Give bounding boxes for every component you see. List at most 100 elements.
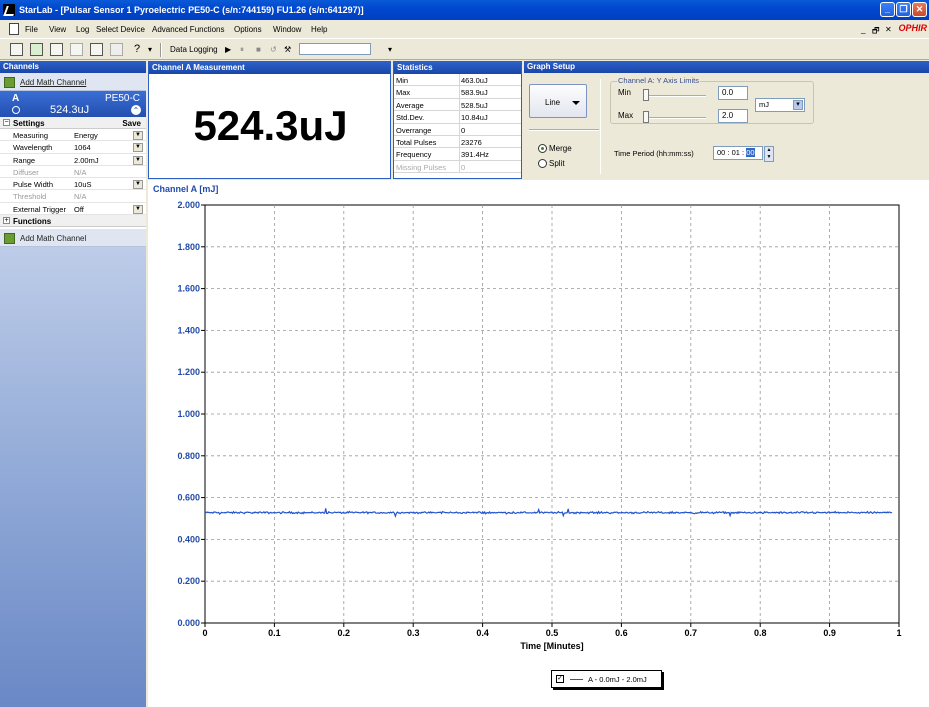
- legend-series-name: A - 0.0mJ - 2.0mJ: [588, 675, 647, 684]
- setting-row[interactable]: Wavelength 1064 ▼: [0, 141, 146, 154]
- data-logging-filename-input[interactable]: [299, 43, 371, 55]
- setting-row[interactable]: Pulse Width 10uS ▼: [0, 178, 146, 191]
- restore-button[interactable]: ❐: [896, 2, 911, 17]
- device-icon[interactable]: [10, 43, 23, 56]
- min-slider-track[interactable]: [646, 95, 706, 97]
- menu-window[interactable]: Window: [273, 25, 301, 34]
- play-icon[interactable]: ▶: [225, 45, 231, 54]
- graph-setup-panel: Graph Setup Line Merge Split Channel A: …: [524, 61, 929, 179]
- chevron-down-icon[interactable]: ▼: [133, 204, 143, 214]
- tools-icon[interactable]: ⚒: [284, 45, 291, 54]
- setting-row[interactable]: External Trigger Off ▼: [0, 202, 146, 216]
- time-period-spinner[interactable]: ▲ ▼: [764, 146, 774, 162]
- menu-options[interactable]: Options: [234, 25, 262, 34]
- statistic-key: Max: [396, 88, 411, 98]
- channel-a-header[interactable]: A PE50-C 524.3uJ ⌃: [0, 91, 146, 117]
- split-radio[interactable]: [538, 159, 547, 168]
- measurement-header: Channel A Measurement: [149, 62, 390, 74]
- graph-type-button[interactable]: Line: [529, 84, 587, 118]
- setting-value[interactable]: Energy: [74, 131, 98, 140]
- menu-advanced-functions[interactable]: Advanced Functions: [152, 25, 225, 34]
- setting-key: Pulse Width: [13, 180, 54, 190]
- reset-icon[interactable]: ↺: [270, 45, 277, 54]
- setting-value[interactable]: 2.00mJ: [74, 156, 99, 165]
- app-icon: [3, 4, 15, 16]
- min-slider-thumb[interactable]: [643, 89, 649, 101]
- statistic-key: Average: [396, 100, 424, 110]
- menu-select-device[interactable]: Select Device: [96, 25, 145, 34]
- statistic-value: 463.0uJ: [461, 76, 488, 85]
- statistics-header: Statistics: [394, 62, 521, 74]
- max-slider-track[interactable]: [646, 117, 706, 119]
- legend-checkbox[interactable]: ✓: [556, 675, 564, 683]
- x-tick-label: 0.9: [823, 628, 836, 638]
- toolbar: ? ▾ Data Logging ▶ ⏸ ■ ↺ ⚒ ▾: [0, 40, 929, 60]
- statistic-key: Std.Dev.: [396, 113, 425, 123]
- unit-select[interactable]: mJ ▾: [755, 98, 805, 112]
- setting-value[interactable]: Off: [74, 205, 84, 214]
- unit-dropdown-icon[interactable]: ▾: [793, 100, 803, 110]
- y-tick-label: 1.200: [177, 367, 200, 377]
- stop-icon[interactable]: ■: [256, 45, 261, 54]
- statistic-key: Frequency: [396, 150, 432, 160]
- chevron-down-icon[interactable]: ▼: [133, 155, 143, 165]
- refresh-icon[interactable]: [30, 43, 43, 56]
- add-math-channel-bottom[interactable]: Add Math Channel: [0, 229, 146, 248]
- functions-title: Functions: [13, 217, 52, 227]
- settings-collapse-icon[interactable]: −: [3, 119, 10, 126]
- setting-value[interactable]: 1064: [74, 143, 91, 152]
- add-math-channel-top[interactable]: Add Math Channel: [0, 73, 146, 91]
- arrow-icon[interactable]: [110, 43, 123, 56]
- setting-value[interactable]: 10uS: [74, 180, 92, 189]
- chevron-down-icon[interactable]: ▼: [133, 180, 143, 190]
- toolbar-overflow-icon[interactable]: ▾: [388, 45, 392, 54]
- close-button[interactable]: ✕: [912, 2, 927, 17]
- x-tick-label: 0.2: [338, 628, 351, 638]
- add-math-channel-label[interactable]: Add Math Channel: [20, 234, 86, 243]
- max-slider-thumb[interactable]: [643, 111, 649, 123]
- menu-log[interactable]: Log: [76, 25, 89, 34]
- settings-header[interactable]: − Settings Save: [0, 117, 146, 129]
- child-minimize-button[interactable]: _: [861, 25, 865, 34]
- math-channel-icon: [4, 77, 15, 88]
- pause-icon[interactable]: ⏸: [240, 45, 244, 55]
- child-close-button[interactable]: ✕: [885, 25, 892, 34]
- menu-file[interactable]: File: [25, 25, 38, 34]
- help-icon[interactable]: ?: [134, 43, 147, 56]
- save-icon[interactable]: [50, 43, 63, 56]
- add-math-channel-link[interactable]: Add Math Channel: [20, 78, 86, 87]
- max-input[interactable]: 2.0: [718, 109, 748, 123]
- graph-setup-header: Graph Setup: [524, 61, 929, 73]
- y-tick-label: 1.600: [177, 284, 200, 294]
- statistic-key: Overrange: [396, 125, 432, 135]
- chevron-down-icon[interactable]: ▼: [133, 131, 143, 140]
- setting-value: N/A: [74, 167, 87, 177]
- setting-row[interactable]: Measuring Energy ▼: [0, 129, 146, 142]
- chart-icon[interactable]: [70, 43, 83, 56]
- chart-legend[interactable]: ✓ A - 0.0mJ - 2.0mJ: [551, 670, 662, 688]
- save-settings-button[interactable]: Save: [122, 119, 141, 128]
- help-dropdown-icon[interactable]: ▾: [148, 45, 152, 54]
- step-icon[interactable]: [90, 43, 103, 56]
- statistics-row: Max 583.9uJ: [394, 86, 521, 99]
- channel-letter: A: [12, 93, 20, 104]
- setting-row: Diffuser N/A: [0, 165, 146, 179]
- min-input[interactable]: 0.0: [718, 86, 748, 100]
- functions-expand-icon[interactable]: +: [3, 217, 10, 225]
- statistic-value: 528.5uJ: [461, 100, 488, 110]
- document-icon[interactable]: [9, 23, 19, 35]
- channels-header: Channels: [0, 61, 146, 73]
- menu-help[interactable]: Help: [311, 25, 327, 34]
- collapse-icon[interactable]: ⌃: [131, 105, 141, 115]
- menu-view[interactable]: View: [49, 25, 66, 34]
- minimize-button[interactable]: _: [880, 2, 895, 17]
- min-label: Min: [618, 88, 631, 97]
- functions-header[interactable]: + Functions: [0, 215, 146, 228]
- child-restore-button[interactable]: 🗗: [872, 25, 880, 39]
- time-period-input[interactable]: 00 : 01 : 00: [713, 146, 763, 160]
- chevron-down-icon[interactable]: ▼: [133, 143, 143, 153]
- merge-radio[interactable]: [538, 144, 547, 153]
- y-axis-limits-title: Channel A: Y Axis Limits: [617, 76, 701, 85]
- setting-row[interactable]: Range 2.00mJ ▼: [0, 153, 146, 166]
- time-period-seconds[interactable]: 00: [746, 148, 755, 157]
